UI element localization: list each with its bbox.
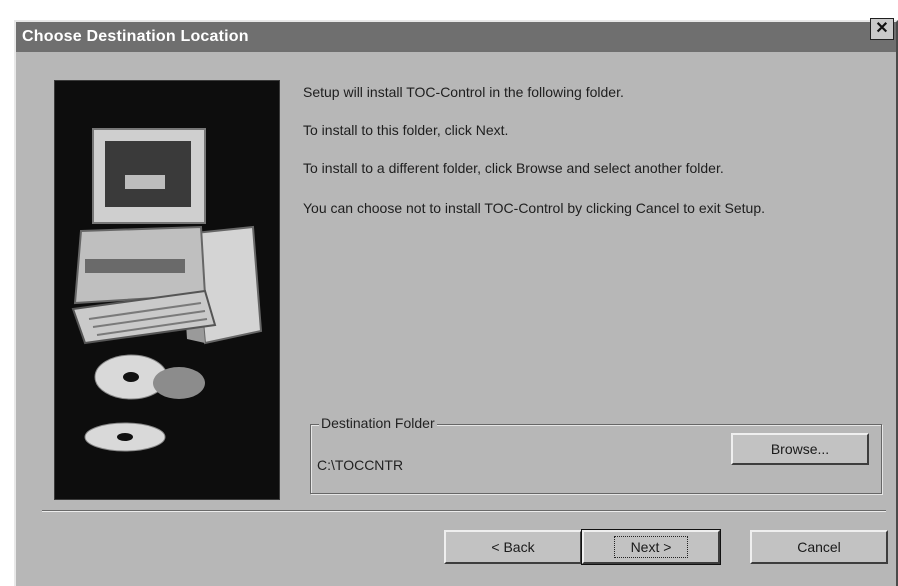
destination-folder-label: Destination Folder: [319, 415, 437, 431]
setup-dialog: Choose Destination Location Setup will i…: [14, 18, 898, 586]
next-button-label: Next >: [613, 536, 689, 558]
setup-message-1: Setup will install TOC-Control in the fo…: [303, 84, 624, 100]
cancel-button[interactable]: Cancel: [750, 530, 888, 564]
button-separator: [42, 510, 886, 512]
destination-folder-group: Destination Folder C:\TOCCNTR Browse...: [310, 415, 882, 494]
browse-button[interactable]: Browse...: [731, 433, 869, 465]
close-icon[interactable]: ✕: [870, 18, 894, 40]
setup-message-3: To install to a different folder, click …: [303, 160, 724, 176]
computer-with-cds-icon: [54, 80, 280, 500]
setup-message-4: You can choose not to install TOC-Contro…: [303, 200, 765, 216]
destination-path: C:\TOCCNTR: [317, 457, 404, 473]
setup-message-2: To install to this folder, click Next.: [303, 122, 509, 138]
title-bar[interactable]: Choose Destination Location: [16, 22, 896, 52]
back-button[interactable]: < Back: [444, 530, 582, 564]
next-button[interactable]: Next >: [581, 529, 721, 565]
window-title: Choose Destination Location: [22, 28, 249, 45]
